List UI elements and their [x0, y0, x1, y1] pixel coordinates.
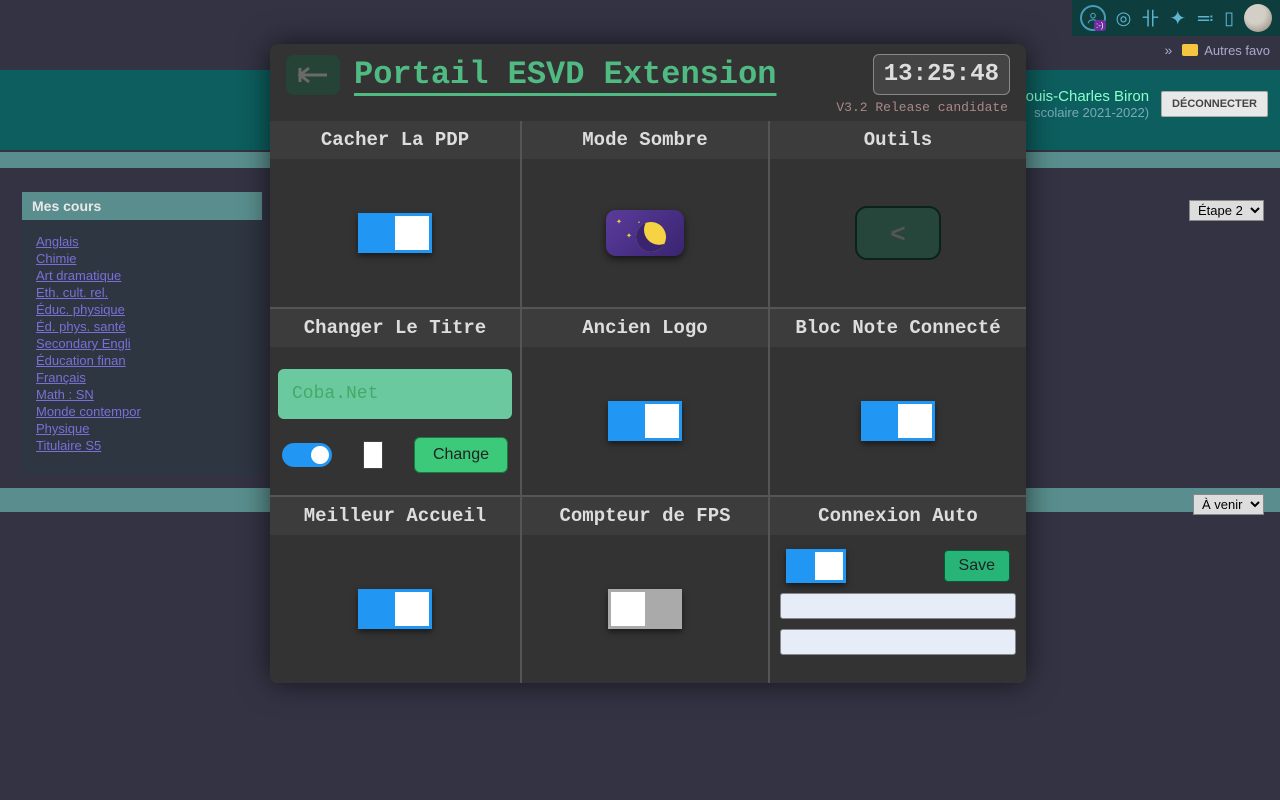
course-link[interactable]: Éduc. physique	[36, 302, 248, 317]
course-link[interactable]: Math : SN	[36, 387, 248, 402]
extension-title: Portail ESVD Extension	[354, 56, 859, 93]
cell-bloc-note: Bloc Note Connecté	[770, 309, 1026, 495]
cell-title: Connexion Auto	[770, 497, 1026, 535]
change-button[interactable]: Change	[414, 437, 508, 473]
course-link[interactable]: Physique	[36, 421, 248, 436]
course-link[interactable]: Français	[36, 370, 248, 385]
cell-dark-mode: Mode Sombre ✦ ✦ ·	[522, 121, 768, 307]
auto-login-toggle[interactable]	[786, 549, 846, 583]
dark-mode-button[interactable]: ✦ ✦ ·	[606, 210, 684, 256]
save-button[interactable]: Save	[944, 550, 1010, 582]
cell-title: Ancien Logo	[522, 309, 768, 347]
school-year: scolaire 2021-2022)	[1026, 105, 1149, 120]
bookmarks-bar: » Autres favo	[1154, 36, 1280, 64]
auto-login-username[interactable]	[780, 593, 1016, 619]
avenir-select[interactable]: À venir	[1193, 494, 1264, 515]
playlist-icon[interactable]: ≕	[1196, 8, 1214, 29]
etape-select[interactable]: Étape 2	[1189, 200, 1264, 221]
title-input[interactable]	[278, 369, 512, 419]
title-char-input[interactable]	[363, 441, 383, 469]
cell-title: Bloc Note Connecté	[770, 309, 1026, 347]
smiley-badge: :-)	[1094, 20, 1106, 31]
extension-popup: Portail ESVD Extension 13:25:48 V3.2 Rel…	[270, 44, 1026, 683]
settings-grid: Cacher La PDP Mode Sombre ✦ ✦ · Outils <	[270, 121, 1026, 683]
course-link[interactable]: Éducation finan	[36, 353, 248, 368]
hide-pdp-toggle[interactable]	[358, 213, 432, 253]
cell-change-title: Changer Le Titre Change	[270, 309, 520, 495]
courses-list: Anglais Chimie Art dramatique Eth. cult.…	[22, 220, 262, 475]
extension-header: Portail ESVD Extension 13:25:48 V3.2 Rel…	[270, 44, 1026, 99]
cell-title: Compteur de FPS	[522, 497, 768, 535]
cell-title: Cacher La PDP	[270, 121, 520, 159]
folder-icon	[1182, 44, 1198, 56]
cell-auto-login: Connexion Auto Save	[770, 497, 1026, 683]
course-link[interactable]: Eth. cult. rel.	[36, 285, 248, 300]
bloc-note-toggle[interactable]	[861, 401, 935, 441]
back-button[interactable]	[286, 55, 340, 95]
course-link[interactable]: Secondary Engli	[36, 336, 248, 351]
favorites-folder-label: Autres favo	[1204, 43, 1270, 58]
cell-title: Outils	[770, 121, 1026, 159]
course-link[interactable]: Anglais	[36, 234, 248, 249]
user-avatar-icon[interactable]	[1244, 4, 1272, 32]
tools-button[interactable]: <	[855, 206, 941, 260]
cell-tools: Outils <	[770, 121, 1026, 307]
target-icon[interactable]: ◎	[1116, 8, 1132, 29]
fps-toggle[interactable]	[608, 589, 682, 629]
courses-header: Mes cours	[22, 192, 262, 220]
old-logo-toggle[interactable]	[608, 401, 682, 441]
course-link[interactable]: Éd. phys. santé	[36, 319, 248, 334]
cell-old-logo: Ancien Logo	[522, 309, 768, 495]
bookmarks-more-icon[interactable]: »	[1164, 42, 1172, 58]
course-link[interactable]: Monde contempor	[36, 404, 248, 419]
better-home-toggle[interactable]	[358, 589, 432, 629]
title-toggle[interactable]	[282, 443, 332, 467]
cell-better-home: Meilleur Accueil	[270, 497, 520, 683]
logout-button[interactable]: DÉCONNECTER	[1161, 91, 1268, 117]
extensions-puzzle-icon[interactable]: ✦	[1169, 6, 1186, 31]
cell-hide-pdp: Cacher La PDP	[270, 121, 520, 307]
favorites-folder[interactable]: Autres favo	[1182, 43, 1270, 58]
panel-icon[interactable]: ▯	[1224, 8, 1234, 29]
course-link[interactable]: Art dramatique	[36, 268, 248, 283]
auto-login-password[interactable]	[780, 629, 1016, 655]
cell-fps: Compteur de FPS	[522, 497, 768, 683]
cell-title: Meilleur Accueil	[270, 497, 520, 535]
cell-title: Mode Sombre	[522, 121, 768, 159]
course-link[interactable]: Titulaire S5	[36, 438, 248, 453]
user-name: ouis-Charles Biron	[1026, 88, 1149, 105]
browser-extension-toolbar: :-) ◎ 卝 ✦ ≕ ▯	[1072, 0, 1280, 36]
tune-icon[interactable]: 卝	[1141, 5, 1159, 31]
cell-title: Changer Le Titre	[270, 309, 520, 347]
profile-icon[interactable]: :-)	[1080, 5, 1106, 31]
version-label: V3.2 Release candidate	[836, 100, 1008, 115]
courses-panel: Mes cours Anglais Chimie Art dramatique …	[22, 192, 262, 475]
portal-user-box: ouis-Charles Biron scolaire 2021-2022) D…	[1026, 88, 1268, 120]
clock-display: 13:25:48	[873, 54, 1010, 95]
course-link[interactable]: Chimie	[36, 251, 248, 266]
